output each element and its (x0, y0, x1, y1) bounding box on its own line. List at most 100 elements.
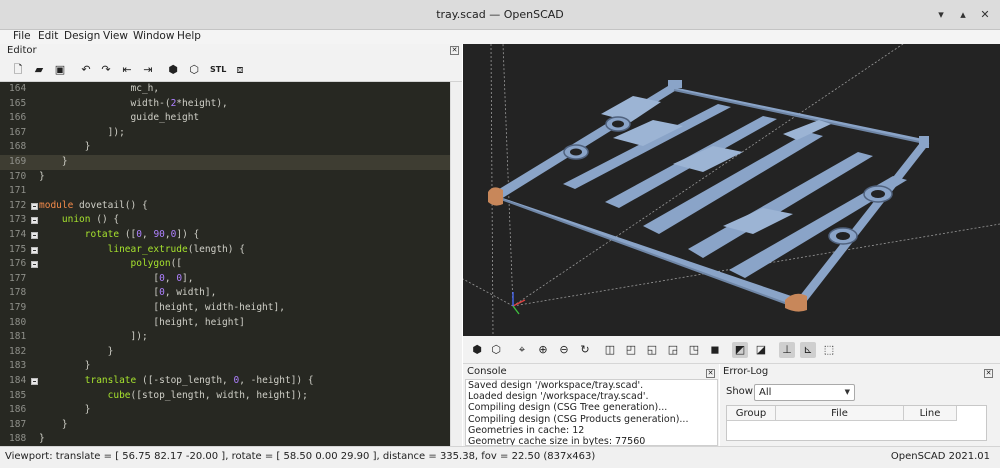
code-line[interactable]: 180 [height, height] (0, 316, 450, 331)
reset-view-icon[interactable]: ↻ (577, 342, 593, 358)
unindent-icon[interactable]: ⇤ (119, 62, 135, 78)
line-number: 173 (9, 214, 27, 226)
code-line[interactable]: 169 } (0, 155, 450, 170)
code-line[interactable]: 178 [0, width], (0, 286, 450, 301)
code-line[interactable]: 179 [height, width-height], (0, 301, 450, 316)
fold-toggle-icon[interactable] (31, 217, 38, 225)
close-panel-icon[interactable]: ✕ (706, 369, 715, 378)
menu-design[interactable]: Design (64, 30, 100, 43)
new-icon[interactable]: 🗋 (10, 62, 26, 78)
code-editor[interactable]: 164 mc_h, 165 width-(2*height), 166 guide_… (0, 82, 450, 446)
render-icon[interactable]: ⬡ (186, 62, 202, 78)
line-number: 167 (9, 126, 27, 138)
code-line[interactable]: 188} (0, 432, 450, 446)
console-output[interactable]: Saved design '/workspace/tray.scad'. Loa… (465, 379, 718, 446)
line-number: 165 (9, 97, 27, 109)
code-text: cube([stop_length, width, height]); (107, 389, 308, 401)
show-edges-icon[interactable]: ⬚ (821, 342, 837, 358)
render-icon[interactable]: ⬡ (488, 342, 504, 358)
editor-panel-header: Editor ✕ (0, 44, 462, 58)
code-line[interactable]: 172 module dovetail() { (0, 199, 450, 214)
editor-toolbar: 🗋 ▰ ▣ ↶ ↷ ⇤ ⇥ ⬢ ⬡ STL ⧈ (0, 58, 462, 82)
code-line[interactable]: 173 union () { (0, 213, 450, 228)
line-number: 179 (9, 302, 27, 313)
close-panel-icon[interactable]: ✕ (984, 369, 993, 378)
view-right-icon[interactable]: ◫ (602, 342, 618, 358)
code-line[interactable]: 187 } (0, 418, 450, 433)
line-number: 182 (9, 345, 27, 357)
console-line: Compiling design (CSG Products generatio… (468, 413, 689, 425)
fold-toggle-icon[interactable] (31, 202, 38, 210)
fold-toggle-icon[interactable] (31, 246, 38, 254)
code-line[interactable]: 171 (0, 184, 450, 199)
3d-viewport[interactable] (463, 44, 1000, 336)
view-front-icon[interactable]: ◳ (686, 342, 702, 358)
view-bottom-icon[interactable]: ◱ (644, 342, 660, 358)
show-scale-markers-icon[interactable]: ⊾ (800, 342, 816, 358)
code-text: translate ([-stop_length, 0, -height]) { (84, 375, 314, 386)
menu-view[interactable]: View (103, 30, 128, 43)
indent-icon[interactable]: ⇥ (140, 62, 156, 78)
code-text: guide_height (130, 112, 200, 124)
code-line[interactable]: 167 ]); (0, 126, 450, 141)
menu-file[interactable]: File (13, 30, 31, 43)
redo-icon[interactable]: ↷ (98, 62, 114, 78)
export-stl-icon[interactable]: STL (210, 62, 226, 78)
line-number: 169 (9, 156, 27, 167)
column-header-group[interactable]: Group (727, 406, 776, 421)
send-to-3d-print-icon[interactable]: ⧈ (232, 62, 248, 78)
zoom-in-icon[interactable]: ⊕ (535, 342, 551, 358)
minimize-icon[interactable]: ▾ (935, 9, 947, 21)
view-top-icon[interactable]: ◰ (623, 342, 639, 358)
code-line[interactable]: 177 [0, 0], (0, 272, 450, 287)
menu-edit[interactable]: Edit (38, 30, 58, 43)
view-all-icon[interactable]: ⌖ (514, 342, 530, 358)
code-line[interactable]: 176 polygon([ (0, 257, 450, 272)
fold-toggle-icon[interactable] (31, 232, 38, 239)
code-line[interactable]: 181 ]); (0, 330, 450, 345)
view-left-icon[interactable]: ◲ (665, 342, 681, 358)
axis-indicator (512, 292, 526, 315)
close-icon[interactable]: ✕ (979, 9, 991, 21)
code-line[interactable]: 184 translate ([-stop_length, 0, -height… (0, 374, 450, 389)
orthogonal-icon[interactable]: ◪ (753, 342, 769, 358)
code-line[interactable]: 168 } (0, 140, 450, 155)
code-line[interactable]: 164 mc_h, (0, 82, 450, 97)
code-line[interactable]: 185 cube([stop_length, width, height]); (0, 389, 450, 404)
column-header-file[interactable]: File (776, 406, 904, 421)
show-filter-select[interactable]: All ▼ (754, 384, 855, 401)
fold-toggle-icon[interactable] (31, 378, 38, 385)
code-line[interactable]: 183 } (0, 359, 450, 374)
preview-icon[interactable]: ⬢ (165, 62, 181, 78)
error-log-table[interactable]: Group File Line (726, 405, 987, 441)
menu-window[interactable]: Window (133, 30, 174, 43)
code-line[interactable]: 165 width-(2*height), (0, 97, 450, 112)
save-icon[interactable]: ▣ (52, 62, 68, 78)
menu-help[interactable]: Help (177, 30, 201, 43)
open-icon[interactable]: ▰ (31, 62, 47, 78)
chevron-down-icon: ▼ (844, 388, 850, 396)
console-line: Geometries in cache: 12 (468, 424, 585, 436)
maximize-icon[interactable]: ▴ (957, 9, 969, 21)
fold-toggle-icon[interactable] (31, 261, 38, 269)
perspective-icon[interactable]: ◩ (732, 342, 748, 358)
preview-icon[interactable]: ⬢ (469, 342, 485, 358)
undo-icon[interactable]: ↶ (78, 62, 94, 78)
window-titlebar: tray.scad — OpenSCAD ▾ ▴ ✕ (0, 0, 1000, 30)
code-line[interactable]: 174 rotate ([0, 90,0]) { (0, 228, 450, 243)
code-line[interactable]: 182 } (0, 345, 450, 360)
code-line[interactable]: 175 linear_extrude(length) { (0, 243, 450, 258)
console-line: Saved design '/workspace/tray.scad'. (468, 380, 644, 391)
editor-scrollbar[interactable] (450, 82, 462, 446)
column-header-line[interactable]: Line (904, 406, 957, 421)
code-line[interactable]: 170} (0, 170, 450, 185)
close-panel-icon[interactable]: ✕ (450, 46, 459, 55)
code-line[interactable]: 166 guide_height (0, 111, 450, 126)
zoom-out-icon[interactable]: ⊖ (556, 342, 572, 358)
line-number: 178 (9, 287, 27, 299)
line-number: 180 (9, 316, 27, 328)
code-line[interactable]: 186 } (0, 403, 450, 418)
show-axes-icon[interactable]: ⊥ (779, 342, 795, 358)
code-text: rotate ([0, 90,0]) { (84, 229, 200, 240)
view-back-icon[interactable]: ◼ (707, 342, 723, 358)
